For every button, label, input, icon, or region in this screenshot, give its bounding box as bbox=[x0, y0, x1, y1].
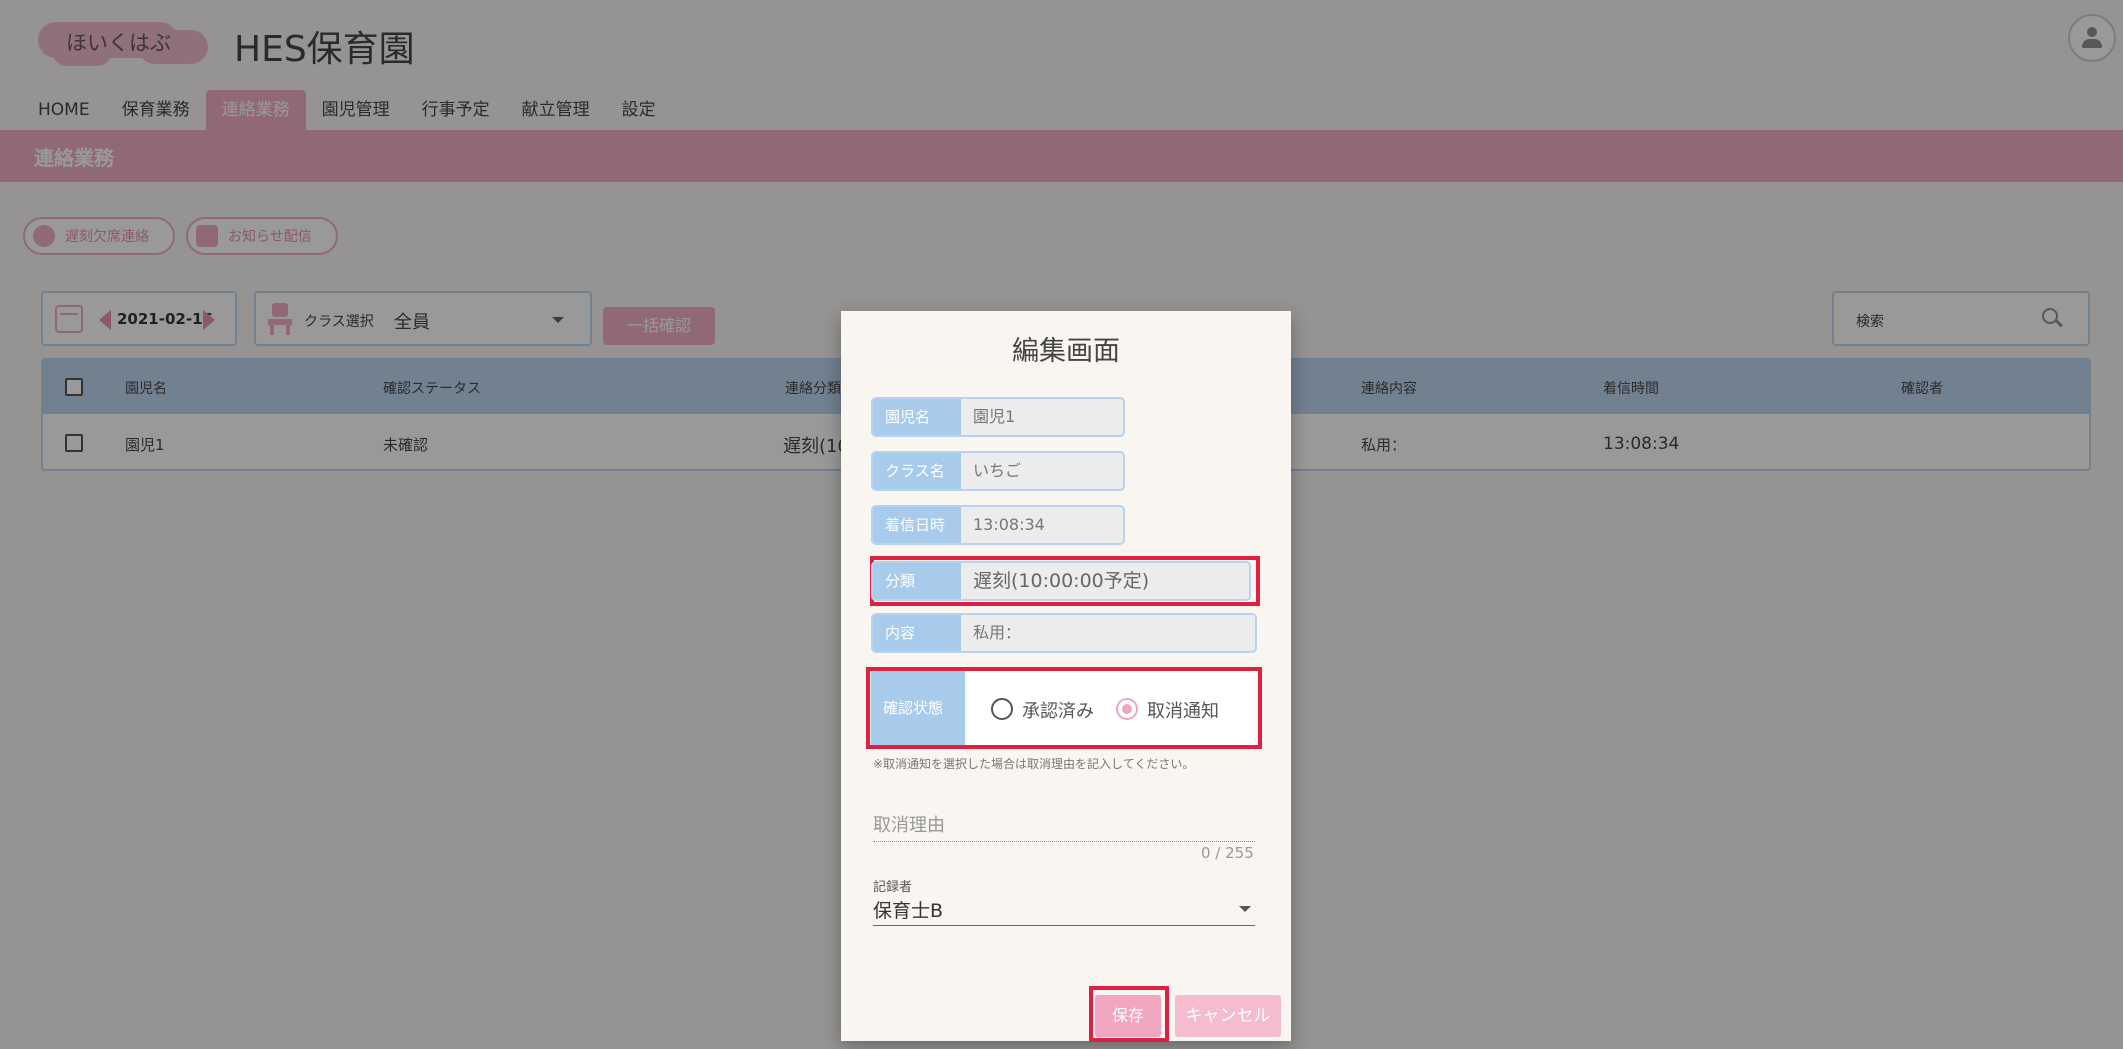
edit-dialog: 編集画面 園児名 園児1 クラス名 いちご 着信日時 13:08:34 分類 遅… bbox=[841, 311, 1291, 1042]
dialog-title: 編集画面 bbox=[1012, 336, 1120, 367]
received-value: 13:08:34 bbox=[973, 515, 1045, 534]
category-label: 分類 bbox=[873, 563, 961, 599]
category-value: 遅刻(10:00:00予定) bbox=[973, 570, 1150, 592]
child-name-value: 園児1 bbox=[973, 407, 1016, 426]
content-field: 内容 私用： bbox=[871, 613, 1257, 653]
class-name-value: いちご bbox=[973, 461, 1022, 480]
approved-radio[interactable] bbox=[991, 698, 1013, 720]
child-name-field: 園児名 園児1 bbox=[871, 397, 1125, 437]
char-counter: 0 / 255 bbox=[1201, 844, 1254, 862]
cancel-note: ※取消通知を選択した場合は取消理由を記入してください。 bbox=[873, 757, 1195, 771]
recorder-select[interactable]: 保育士B bbox=[873, 893, 1255, 926]
cancel-notice-radio[interactable] bbox=[1116, 698, 1138, 720]
status-field: 確認状態 承認済み 取消通知 bbox=[871, 671, 1255, 745]
save-button[interactable]: 保存 bbox=[1095, 995, 1161, 1037]
class-name-field: クラス名 いちご bbox=[871, 451, 1125, 491]
cancel-reason-input[interactable]: 取消理由 bbox=[873, 807, 1255, 842]
content-label: 内容 bbox=[873, 615, 961, 651]
chevron-down-icon[interactable] bbox=[1239, 906, 1251, 912]
approved-radio-label[interactable]: 承認済み bbox=[1022, 697, 1094, 723]
cancel-button[interactable]: キャンセル bbox=[1175, 995, 1281, 1037]
received-field: 着信日時 13:08:34 bbox=[871, 505, 1125, 545]
status-label: 確認状態 bbox=[871, 671, 965, 745]
cancel-notice-radio-label[interactable]: 取消通知 bbox=[1147, 697, 1219, 723]
class-name-label: クラス名 bbox=[873, 453, 961, 489]
received-label: 着信日時 bbox=[873, 507, 961, 543]
content-value: 私用： bbox=[973, 623, 1022, 642]
recorder-value: 保育士B bbox=[873, 900, 944, 922]
category-field: 分類 遅刻(10:00:00予定) bbox=[871, 561, 1251, 601]
child-name-label: 園児名 bbox=[873, 399, 961, 435]
cancel-reason-placeholder: 取消理由 bbox=[873, 815, 945, 836]
